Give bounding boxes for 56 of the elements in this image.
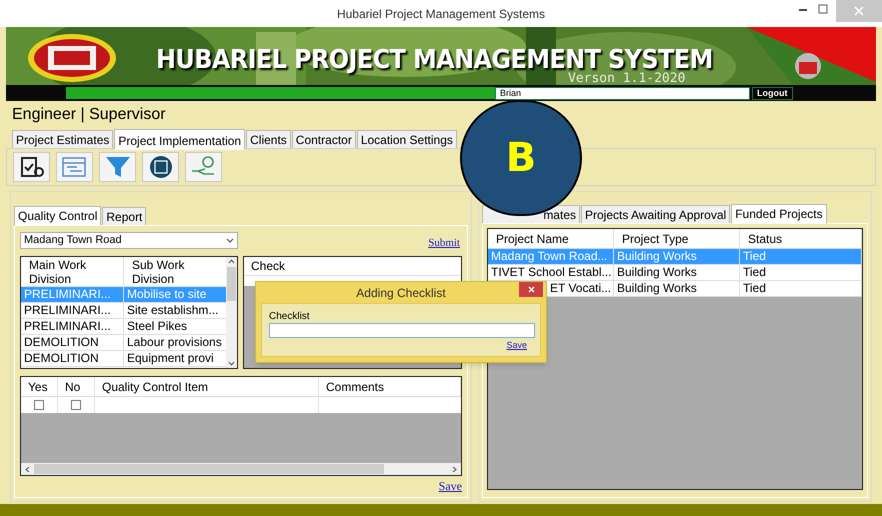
banner-title: HUBARIEL PROJECT MANAGEMENT SYSTEM bbox=[156, 47, 713, 73]
column-header: Main Work Division bbox=[21, 257, 124, 286]
column-header: No bbox=[58, 377, 95, 396]
schedule-icon[interactable] bbox=[56, 152, 93, 182]
tab[interactable]: Location Settings bbox=[356, 130, 457, 149]
checkbox[interactable] bbox=[71, 400, 81, 410]
checklist-icon[interactable] bbox=[13, 152, 50, 182]
horizontal-scrollbar[interactable] bbox=[21, 463, 461, 475]
document-icon[interactable] bbox=[142, 152, 179, 182]
chevron-down-icon[interactable] bbox=[228, 361, 235, 366]
tab[interactable]: Projects Awaiting Approval bbox=[581, 205, 730, 224]
project-dropdown[interactable]: Madang Town Road bbox=[20, 232, 238, 249]
column-header: Quality Control Item bbox=[95, 377, 319, 396]
field-label: Checklist bbox=[269, 311, 311, 323]
save-link[interactable]: Save bbox=[438, 477, 462, 495]
maximize-icon[interactable] bbox=[818, 4, 828, 14]
tab[interactable]: Funded Projects bbox=[731, 204, 827, 224]
tab[interactable]: Project Implementation bbox=[114, 129, 246, 150]
chevron-up-icon[interactable] bbox=[228, 259, 235, 264]
submit-link[interactable]: Submit bbox=[428, 234, 460, 251]
filter-icon[interactable] bbox=[99, 152, 136, 182]
chevron-left-icon[interactable] bbox=[25, 466, 30, 472]
grid-row[interactable]: PRELIMINARI... Steel Pikes bbox=[21, 319, 226, 335]
column-header: Yes bbox=[21, 377, 58, 396]
version-label: Verson 1.1-2020 bbox=[568, 72, 686, 85]
tab[interactable]: Contractor bbox=[292, 130, 356, 149]
grid-row[interactable]: PRELIMINARI... Site establishm... bbox=[21, 303, 226, 319]
grid-row[interactable]: DEMOLITION Labour provisions bbox=[21, 335, 226, 351]
chevron-right-icon[interactable] bbox=[452, 466, 457, 472]
role-label: Engineer | Supervisor bbox=[12, 106, 167, 124]
checkbox[interactable] bbox=[34, 400, 44, 410]
scrollbar[interactable] bbox=[226, 257, 237, 368]
chevron-down-icon bbox=[226, 238, 234, 244]
logo-icon bbox=[794, 52, 822, 80]
table-row[interactable]: TIVET School Establ... Building Works Tied bbox=[488, 265, 862, 281]
window-title: Hubariel Project Management Systems bbox=[336, 6, 546, 22]
close-icon bbox=[854, 6, 864, 16]
tab[interactable]: Report bbox=[102, 207, 146, 226]
tab[interactable]: Project Estimates bbox=[12, 130, 114, 149]
close-button[interactable] bbox=[519, 282, 543, 297]
tab[interactable]: Quality Control bbox=[14, 206, 102, 226]
dialog-title: Adding Checklist bbox=[356, 284, 446, 302]
column-header: Project Type bbox=[614, 229, 740, 248]
grid-row[interactable]: DEMOLITION Equipment provi bbox=[21, 351, 226, 367]
user-field[interactable]: Brian bbox=[495, 87, 750, 100]
column-header: Check bbox=[251, 259, 286, 273]
column-header: Project Name bbox=[488, 229, 614, 248]
logo-icon bbox=[26, 32, 118, 84]
tab[interactable]: Clients bbox=[246, 130, 291, 149]
close-icon bbox=[528, 286, 534, 293]
logout-button[interactable]: Logout bbox=[752, 87, 792, 100]
checklist-input[interactable] bbox=[269, 323, 535, 338]
column-header: Sub Work Division bbox=[131, 257, 186, 286]
column-header: Comments bbox=[319, 377, 461, 396]
save-link[interactable]: Save bbox=[506, 338, 527, 352]
column-header: Status bbox=[740, 229, 862, 248]
